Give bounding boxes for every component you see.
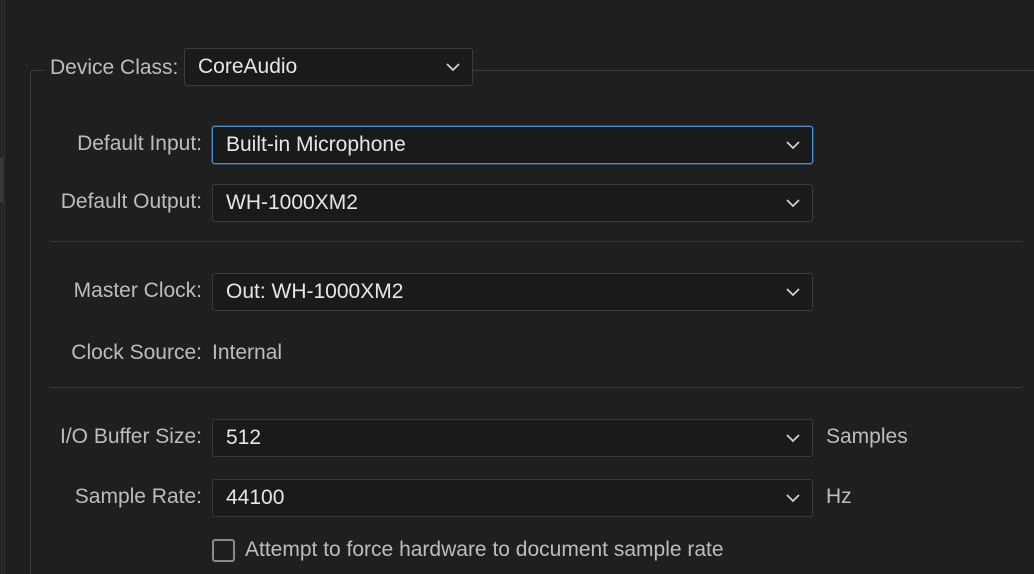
section-divider: [50, 241, 1022, 242]
default-output-value: WH-1000XM2: [226, 191, 358, 214]
chevron-down-icon: [774, 274, 812, 310]
default-input-label: Default Input:: [77, 132, 202, 155]
clock-source-label: Clock Source:: [71, 341, 202, 364]
chevron-down-icon: [774, 127, 812, 163]
force-sample-rate-label: Attempt to force hardware to document sa…: [245, 538, 724, 561]
chevron-down-icon: [774, 185, 812, 221]
sample-rate-unit: Hz: [826, 485, 852, 508]
sample-rate-label: Sample Rate:: [74, 485, 202, 508]
device-class-value: CoreAudio: [198, 55, 298, 78]
force-sample-rate-option[interactable]: Attempt to force hardware to document sa…: [212, 538, 724, 562]
io-buffer-size-unit: Samples: [826, 425, 908, 448]
section-divider: [50, 387, 1022, 388]
io-buffer-size-select[interactable]: 512: [212, 419, 813, 457]
device-class-select[interactable]: CoreAudio: [184, 48, 473, 86]
sample-rate-select[interactable]: 44100: [212, 479, 813, 517]
left-panel-edge: [0, 0, 5, 574]
audio-hardware-preferences: Device Class: CoreAudio Default Input: B…: [0, 0, 1034, 574]
device-class-label: Device Class:: [50, 56, 179, 79]
clock-source-value: Internal: [212, 341, 283, 364]
master-clock-select[interactable]: Out: WH-1000XM2: [212, 273, 813, 311]
master-clock-label: Master Clock:: [73, 279, 202, 302]
default-input-value: Built-in Microphone: [226, 133, 406, 156]
io-buffer-size-value: 512: [226, 426, 262, 449]
device-class-row: Device Class:: [44, 48, 185, 88]
default-input-select[interactable]: Built-in Microphone: [212, 126, 813, 164]
chevron-down-icon: [774, 420, 812, 456]
default-output-select[interactable]: WH-1000XM2: [212, 184, 813, 222]
io-buffer-size-label: I/O Buffer Size:: [59, 425, 202, 448]
chevron-down-icon: [434, 49, 472, 85]
chevron-down-icon: [774, 480, 812, 516]
left-panel-scroll-indicator[interactable]: [0, 158, 3, 202]
master-clock-value: Out: WH-1000XM2: [226, 280, 404, 303]
sample-rate-value: 44100: [226, 486, 285, 509]
force-sample-rate-checkbox[interactable]: [212, 538, 235, 562]
default-output-label: Default Output:: [60, 190, 202, 213]
